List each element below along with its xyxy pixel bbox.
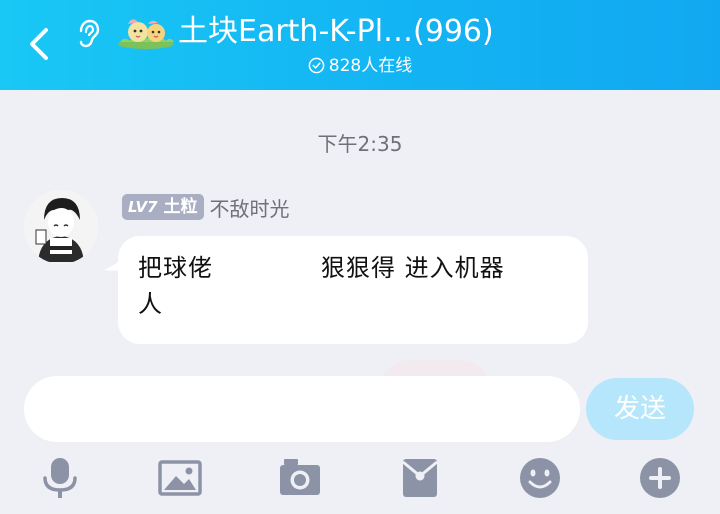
avatar-image [24, 190, 98, 264]
message-input[interactable] [24, 376, 580, 442]
message-timestamp: 下午2:35 [317, 132, 403, 156]
message-bubble[interactable]: 把球佬 狠狠得 进入机器人 [118, 236, 588, 344]
plus-icon[interactable] [638, 456, 682, 500]
sender-info[interactable]: LV7 土粒 不敌时光 [122, 193, 290, 221]
level-badge: LV7 土粒 [122, 194, 204, 220]
image-icon[interactable] [158, 456, 202, 500]
emoji-icon[interactable] [518, 456, 562, 500]
ear-icon[interactable] [74, 18, 104, 50]
message-text-part2: 狠狠得 进入机器 [321, 254, 505, 282]
group-title[interactable]: 土块Earth-K-Pl…(996) [178, 12, 494, 52]
check-circle-icon [308, 57, 325, 74]
avatar[interactable] [24, 190, 98, 264]
red-packet-icon[interactable] [398, 456, 442, 500]
sender-name[interactable]: 不敌时光 [210, 193, 290, 222]
message-text-part3: 人 [138, 290, 163, 318]
title-label: 土粒 [163, 197, 198, 217]
message-text-part1: 把球佬 [138, 254, 213, 282]
chat-header: 土块Earth-K-Pl…(996) 828人在线 [0, 0, 720, 90]
level-label: LV7 [128, 198, 158, 216]
online-count[interactable]: 828人在线 [0, 54, 720, 78]
group-emoji-icon [118, 19, 174, 49]
microphone-icon[interactable] [38, 456, 82, 500]
online-count-text: 828人在线 [328, 56, 413, 76]
send-button[interactable]: 发送 [586, 378, 694, 440]
camera-icon[interactable] [278, 456, 322, 500]
